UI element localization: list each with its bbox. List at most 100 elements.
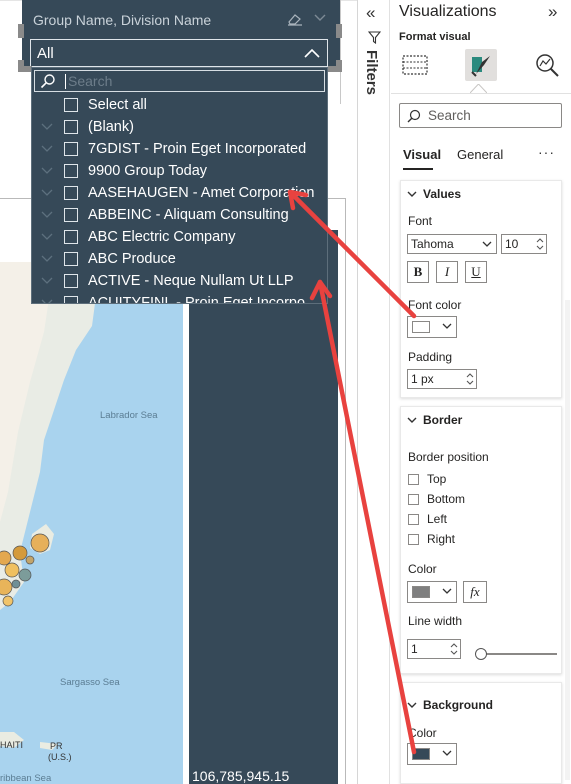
resize-handle-corner-right[interactable] xyxy=(336,60,342,72)
format-visual-label: Format visual xyxy=(399,31,471,43)
border-top-checkbox[interactable]: Top xyxy=(408,472,446,486)
slicer-item-label: 7GDIST - Proin Eget Incorporated xyxy=(88,141,307,157)
eraser-icon[interactable] xyxy=(287,12,303,26)
slicer-item[interactable]: AASEHAUGEN - Amet Corporation xyxy=(32,182,327,204)
checkbox[interactable] xyxy=(64,142,78,156)
slicer-item[interactable]: ACTIVE - Neque Nullam Ut LLP xyxy=(32,270,327,292)
chevron-down-icon[interactable] xyxy=(40,188,54,198)
background-color-picker[interactable] xyxy=(407,743,457,765)
slicer-item[interactable]: ABBEINC - Aliquam Consulting xyxy=(32,204,327,226)
chevron-down-icon[interactable] xyxy=(40,232,54,242)
slicer-item[interactable]: 7GDIST - Proin Eget Incorporated xyxy=(32,138,327,160)
stepper-arrows-icon[interactable] xyxy=(535,236,545,252)
expand-pane-icon[interactable]: » xyxy=(548,2,557,22)
slicer-item-label: ABBEINC - Aliquam Consulting xyxy=(88,207,289,223)
slicer-selected-value: All xyxy=(37,44,54,62)
font-size-stepper[interactable]: 10 xyxy=(501,234,547,254)
chevron-down-icon[interactable] xyxy=(40,122,54,132)
line-width-label: Line width xyxy=(408,614,463,628)
resize-handle-left[interactable] xyxy=(18,24,24,38)
checkbox[interactable] xyxy=(64,230,78,244)
checkbox[interactable] xyxy=(64,208,78,222)
italic-button[interactable]: I xyxy=(436,261,458,283)
chevron-down-icon[interactable] xyxy=(313,10,327,24)
slicer-item[interactable]: ABC Electric Company xyxy=(32,226,327,248)
tab-general[interactable]: General xyxy=(457,147,503,162)
resize-handle-corner[interactable] xyxy=(18,60,24,72)
slicer-item-label: ACUITYFINL - Proin Eget Incorpo xyxy=(88,295,306,304)
font-family-select[interactable]: Tahoma xyxy=(407,234,497,254)
chevron-down-icon[interactable] xyxy=(40,298,54,304)
slicer-search-input[interactable] xyxy=(68,73,308,89)
checkbox[interactable] xyxy=(64,98,78,112)
bubble-map[interactable]: Labrador Sea Sargasso Sea HAITI PR (U.S.… xyxy=(0,262,183,784)
underline-button[interactable]: U xyxy=(465,261,487,283)
values-section-header[interactable]: Values xyxy=(407,187,461,201)
border-color-picker[interactable] xyxy=(407,581,457,603)
checkbox[interactable] xyxy=(408,493,419,505)
stepper-arrows-icon[interactable] xyxy=(449,641,459,657)
analytics-magnifier-icon xyxy=(536,54,559,77)
border-right-checkbox[interactable]: Right xyxy=(408,532,455,546)
chevron-down-icon[interactable] xyxy=(40,254,54,264)
checkbox[interactable] xyxy=(408,473,419,485)
font-color-picker[interactable] xyxy=(407,316,457,338)
border-left-checkbox[interactable]: Left xyxy=(408,512,447,526)
line-width-slider-thumb[interactable] xyxy=(475,648,487,660)
slicer-dropdown-box[interactable]: All xyxy=(30,39,328,67)
tab-visual[interactable]: Visual xyxy=(403,147,441,162)
chevron-down-icon[interactable] xyxy=(40,166,54,176)
tile-build-visual[interactable] xyxy=(399,49,431,81)
chevron-down-icon xyxy=(442,588,452,594)
visualizations-title: Visualizations xyxy=(399,3,497,20)
background-section-header[interactable]: Background xyxy=(407,698,493,712)
checkbox[interactable] xyxy=(408,513,419,525)
chevron-down-icon[interactable] xyxy=(40,144,54,154)
conditional-format-fx-button[interactable]: fx xyxy=(463,581,487,603)
slicer-dropdown-list[interactable]: Select all (Blank) 7GDIST - Proin Eget Inc… xyxy=(31,67,328,304)
funnel-icon xyxy=(368,31,381,44)
checkbox[interactable] xyxy=(408,533,419,545)
checkbox[interactable] xyxy=(64,186,78,200)
line-width-stepper[interactable]: 1 xyxy=(407,639,461,659)
chevron-up-icon[interactable] xyxy=(303,47,321,59)
values-header-label: Values xyxy=(423,187,462,201)
slicer-visual[interactable]: Group Name, Division Name All xyxy=(22,0,340,70)
map-label-sargasso: Sargasso Sea xyxy=(60,677,120,688)
border-section-header[interactable]: Border xyxy=(407,413,462,427)
checkbox[interactable] xyxy=(64,274,78,288)
tile-analytics[interactable] xyxy=(531,49,563,81)
checkbox[interactable] xyxy=(64,252,78,266)
card-visual[interactable] xyxy=(189,230,338,784)
checkbox[interactable] xyxy=(64,164,78,178)
map-land-shapes xyxy=(0,262,96,750)
bold-button[interactable]: B xyxy=(407,261,429,283)
format-search[interactable] xyxy=(399,103,562,128)
tile-format-visual[interactable] xyxy=(465,49,497,81)
padding-stepper[interactable]: 1 px xyxy=(407,369,477,389)
slicer-search[interactable] xyxy=(34,70,325,92)
collapse-filters-icon[interactable]: « xyxy=(366,3,375,23)
pane-scrollbar[interactable] xyxy=(565,300,570,780)
format-search-input[interactable] xyxy=(428,108,548,123)
filters-pane[interactable]: « Filters xyxy=(358,0,390,784)
slicer-item[interactable]: ABC Produce xyxy=(32,248,327,270)
slicer-item[interactable]: (Blank) xyxy=(32,116,327,138)
padding-label: Padding xyxy=(408,350,453,364)
search-icon xyxy=(40,74,55,89)
more-options-icon[interactable]: ··· xyxy=(538,144,555,160)
checkbox[interactable] xyxy=(64,120,78,134)
active-tile-pointer xyxy=(470,84,487,93)
slicer-item[interactable]: Select all xyxy=(32,94,327,116)
resize-handle-right[interactable] xyxy=(336,24,342,38)
checkbox[interactable] xyxy=(64,296,78,303)
border-bottom-checkbox[interactable]: Bottom xyxy=(408,492,465,506)
chevron-down-icon[interactable] xyxy=(40,210,54,220)
stepper-arrows-icon[interactable] xyxy=(465,371,475,387)
slicer-item-label: Select all xyxy=(88,97,147,113)
filters-label[interactable]: Filters xyxy=(363,50,380,95)
line-width-slider-track[interactable] xyxy=(481,653,557,655)
slicer-item[interactable]: ACUITYFINL - Proin Eget Incorpo xyxy=(32,292,327,304)
slicer-item[interactable]: 9900 Group Today xyxy=(32,160,327,182)
chevron-down-icon[interactable] xyxy=(40,276,54,286)
